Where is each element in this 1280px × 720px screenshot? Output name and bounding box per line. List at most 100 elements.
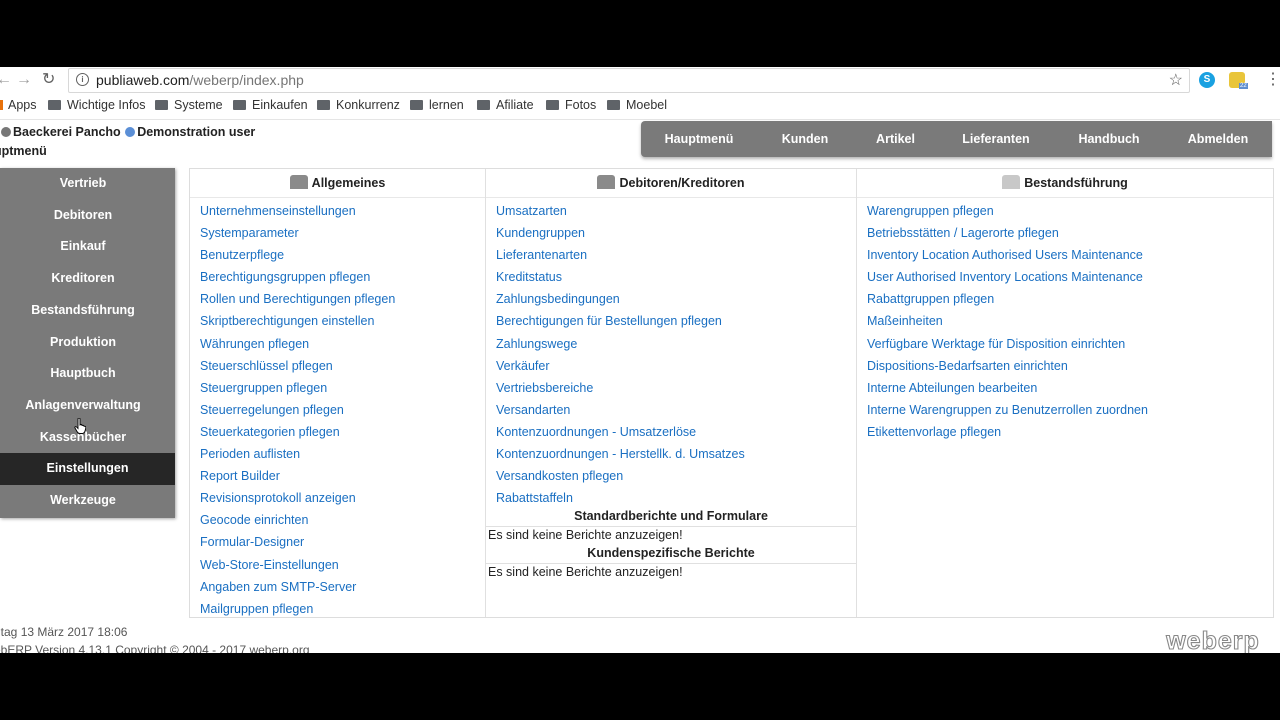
link-waehrungen[interactable]: Währungen pflegen xyxy=(200,334,395,356)
link-zahlungsbedingungen[interactable]: Zahlungsbedingungen xyxy=(496,289,745,311)
link-zahlungswege[interactable]: Zahlungswege xyxy=(496,334,745,356)
link-revisionsprotokoll[interactable]: Revisionsprotokoll anzeigen xyxy=(200,488,395,510)
url-host: publiaweb.com xyxy=(96,72,190,88)
link-versandkosten[interactable]: Versandkosten pflegen xyxy=(496,466,745,488)
link-steuerkategorien[interactable]: Steuerkategorien pflegen xyxy=(200,422,395,444)
link-konten-umsatzerloese[interactable]: Kontenzuordnungen - Umsatzerlöse xyxy=(496,422,745,444)
folder-icon xyxy=(607,100,620,110)
weberp-logo: weberp xyxy=(1155,627,1272,653)
sidebar-item-produktion[interactable]: Produktion xyxy=(0,327,166,359)
link-etikettenvorlage[interactable]: Etikettenvorlage pflegen xyxy=(867,422,1148,444)
top-menu: Hauptmenü Kunden Artikel Lieferanten Han… xyxy=(641,121,1272,157)
topmenu-artikel[interactable]: Artikel xyxy=(853,121,938,157)
sidebar-item-vertrieb[interactable]: Vertrieb xyxy=(0,168,166,200)
bookmark-systeme[interactable]: Systeme xyxy=(155,98,223,112)
column-header-inventory: Bestandsführung xyxy=(857,169,1273,198)
browser-menu-icon[interactable]: ⋮ xyxy=(1265,70,1280,90)
link-vertriebsbereiche[interactable]: Vertriebsbereiche xyxy=(496,378,745,400)
link-web-store[interactable]: Web-Store-Einstellungen xyxy=(200,555,395,577)
link-werktage[interactable]: Verfügbare Werktage für Disposition einr… xyxy=(867,334,1148,356)
box-icon xyxy=(1002,175,1021,189)
topmenu-handbuch[interactable]: Handbuch xyxy=(1054,121,1164,157)
forward-arrow-icon[interactable]: → xyxy=(16,70,32,90)
link-perioden[interactable]: Perioden auflisten xyxy=(200,444,395,466)
reload-icon[interactable]: ↻ xyxy=(42,70,55,90)
general-links: Unternehmenseinstellungen Systemparamete… xyxy=(200,201,395,621)
link-lieferantenarten[interactable]: Lieferantenarten xyxy=(496,245,745,267)
link-bedarfsarten[interactable]: Dispositions-Bedarfsarten einrichten xyxy=(867,356,1148,378)
link-formular-designer[interactable]: Formular-Designer xyxy=(200,532,395,554)
link-report-builder[interactable]: Report Builder xyxy=(200,466,395,488)
link-berechtigungsgruppen[interactable]: Berechtigungsgruppen pflegen xyxy=(200,267,395,289)
folder-icon xyxy=(546,100,559,110)
custom-reports-heading: Kundenspezifische Berichte xyxy=(486,545,856,564)
link-warengruppen[interactable]: Warengruppen pflegen xyxy=(867,201,1148,223)
link-unternehmenseinstellungen[interactable]: Unternehmenseinstellungen xyxy=(200,201,395,223)
link-skriptberechtigungen[interactable]: Skriptberechtigungen einstellen xyxy=(200,311,395,333)
skype-icon[interactable]: S xyxy=(1199,72,1215,88)
bookmark-star-icon[interactable]: ☆ xyxy=(1169,70,1183,90)
link-steuerregelungen[interactable]: Steuerregelungen pflegen xyxy=(200,400,395,422)
info-icon[interactable]: i xyxy=(76,73,89,86)
sidebar-item-debitoren[interactable]: Debitoren xyxy=(0,200,166,232)
receivables-links: Umsatzarten Kundengruppen Lieferantenart… xyxy=(496,201,745,510)
bookmark-afiliate[interactable]: Afiliate xyxy=(477,98,534,112)
sidebar-item-werkzeuge[interactable]: Werkzeuge xyxy=(0,485,166,517)
link-steuerschluessel[interactable]: Steuerschlüssel pflegen xyxy=(200,356,395,378)
back-arrow-icon[interactable]: ← xyxy=(0,70,12,90)
link-mailgruppen[interactable]: Mailgruppen pflegen xyxy=(200,599,395,621)
link-lagerorte[interactable]: Betriebsstätten / Lagerorte pflegen xyxy=(867,223,1148,245)
url-input[interactable]: i publiaweb.com/weberp/index.php ☆ xyxy=(68,68,1190,93)
link-geocode[interactable]: Geocode einrichten xyxy=(200,510,395,532)
sidebar-item-kreditoren[interactable]: Kreditoren xyxy=(0,263,166,295)
bookmark-fotos[interactable]: Fotos xyxy=(546,98,596,112)
folder-icon xyxy=(48,100,61,110)
link-verkaeufer[interactable]: Verkäufer xyxy=(496,356,745,378)
svg-text:weberp: weberp xyxy=(1165,627,1260,653)
link-systemparameter[interactable]: Systemparameter xyxy=(200,223,395,245)
bookmark-moebel[interactable]: Moebel xyxy=(607,98,667,112)
breadcrumb: uptmenü xyxy=(0,144,47,158)
link-kundengruppen[interactable]: Kundengruppen xyxy=(496,223,745,245)
link-interne-warengruppen[interactable]: Interne Warengruppen zu Benutzerrollen z… xyxy=(867,400,1148,422)
settings-panel: Allgemeines Unternehmenseinstellungen Sy… xyxy=(189,168,1274,618)
sidebar-item-anlagenverwaltung[interactable]: Anlagenverwaltung xyxy=(0,390,166,422)
link-rabattstaffeln[interactable]: Rabattstaffeln xyxy=(496,488,745,510)
url-path: /weberp/index.php xyxy=(189,72,304,88)
sidebar-item-einstellungen[interactable]: Einstellungen xyxy=(0,453,175,485)
folder-icon xyxy=(317,100,330,110)
footer-date: ntag 13 März 2017 18:06 xyxy=(0,625,128,639)
bookmark-einkaufen[interactable]: Einkaufen xyxy=(233,98,308,112)
link-umsatzarten[interactable]: Umsatzarten xyxy=(496,201,745,223)
link-masseinheiten[interactable]: Maßeinheiten xyxy=(867,311,1148,333)
bookmark-lernen[interactable]: lernen xyxy=(410,98,464,112)
topmenu-abmelden[interactable]: Abmelden xyxy=(1164,121,1272,157)
link-bestellberechtigungen[interactable]: Berechtigungen für Bestellungen pflegen xyxy=(496,311,745,333)
sidebar-item-hauptbuch[interactable]: Hauptbuch xyxy=(0,358,166,390)
sidebar-item-einkauf[interactable]: Einkauf xyxy=(0,231,166,263)
link-rabattgruppen[interactable]: Rabattgruppen pflegen xyxy=(867,289,1148,311)
hand-cursor-icon xyxy=(74,418,86,434)
link-versandarten[interactable]: Versandarten xyxy=(496,400,745,422)
topmenu-hauptmenue[interactable]: Hauptmenü xyxy=(641,121,757,157)
link-kreditstatus[interactable]: Kreditstatus xyxy=(496,267,745,289)
footer-version: ebERP Version 4.13.1 Copyright © 2004 - … xyxy=(0,643,310,653)
link-abteilungen[interactable]: Interne Abteilungen bearbeiten xyxy=(867,378,1148,400)
user-icon xyxy=(125,127,136,137)
link-rollen-berechtigungen[interactable]: Rollen und Berechtigungen pflegen xyxy=(200,289,395,311)
bookmark-apps[interactable]: Apps xyxy=(0,98,37,112)
column-header-general: Allgemeines xyxy=(190,169,485,198)
topmenu-kunden[interactable]: Kunden xyxy=(757,121,853,157)
topmenu-lieferanten[interactable]: Lieferanten xyxy=(938,121,1054,157)
folder-icon xyxy=(410,100,423,110)
link-steuergruppen[interactable]: Steuergruppen pflegen xyxy=(200,378,395,400)
bookmark-wichtige-infos[interactable]: Wichtige Infos xyxy=(48,98,146,112)
link-konten-herstellkosten[interactable]: Kontenzuordnungen - Herstellk. d. Umsatz… xyxy=(496,444,745,466)
link-user-locations[interactable]: User Authorised Inventory Locations Main… xyxy=(867,267,1148,289)
link-benutzerpflege[interactable]: Benutzerpflege xyxy=(200,245,395,267)
bookmark-konkurrenz[interactable]: Konkurrenz xyxy=(317,98,400,112)
link-smtp-server[interactable]: Angaben zum SMTP-Server xyxy=(200,577,395,599)
user-name[interactable]: Demonstration user xyxy=(137,125,255,139)
link-location-users[interactable]: Inventory Location Authorised Users Main… xyxy=(867,245,1148,267)
sidebar-item-bestandsfuehrung[interactable]: Bestandsführung xyxy=(0,295,166,327)
